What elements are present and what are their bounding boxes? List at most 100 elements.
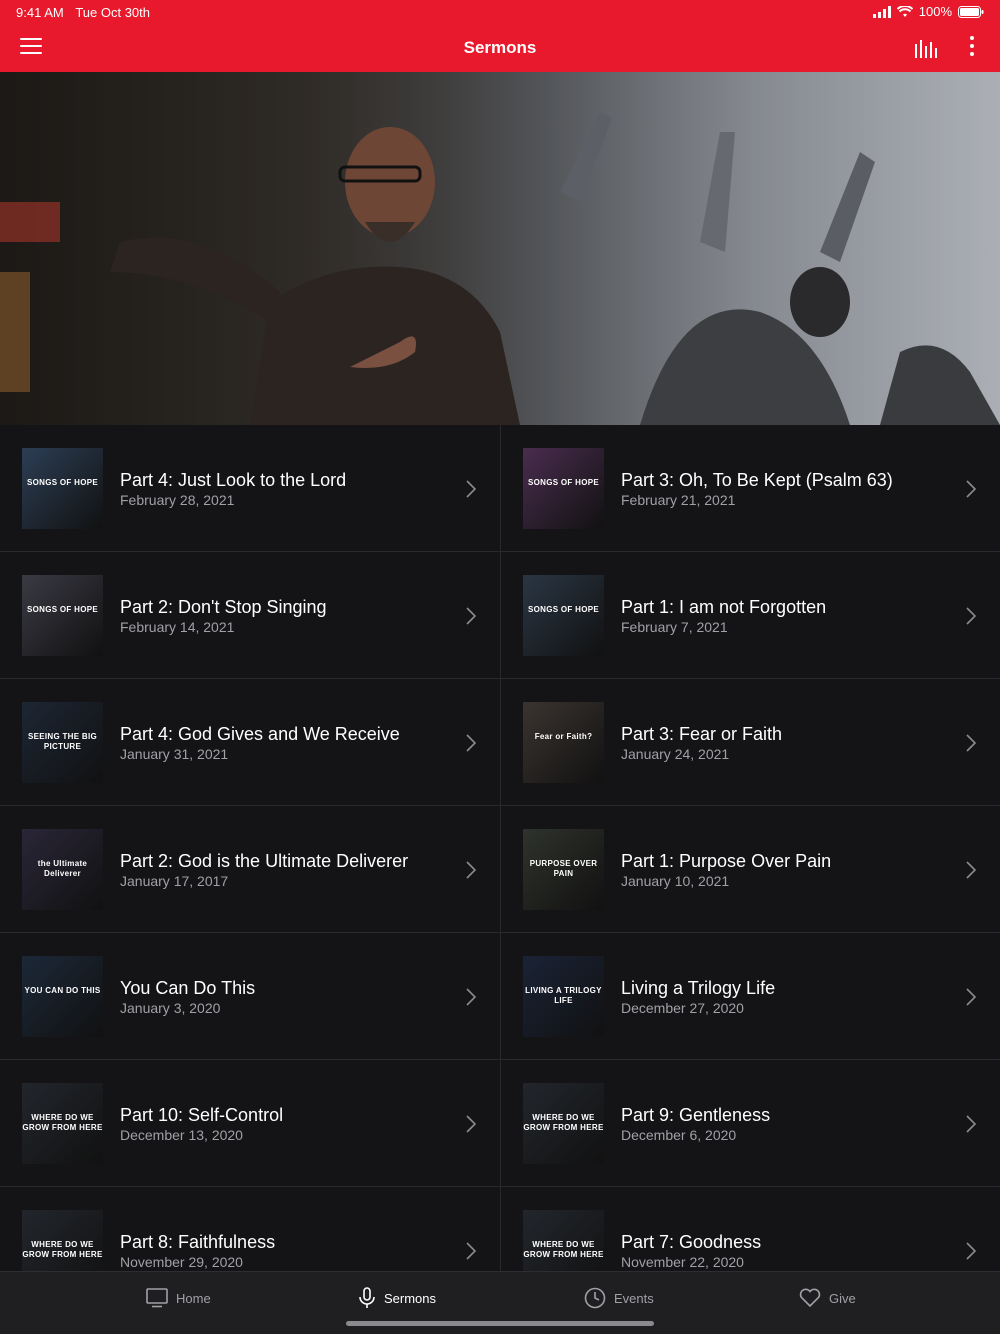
sermon-title: You Can Do This	[120, 978, 256, 998]
nav-bar: Sermons	[0, 24, 1000, 72]
sermon-thumbnail: WHERE DO WE GROW FROM HERE	[523, 1083, 604, 1164]
chevron-right-icon	[466, 480, 476, 498]
sermon-title: Part 8: Faithfulness	[120, 1232, 276, 1252]
tab-give[interactable]: Give	[799, 1286, 856, 1310]
tab-sermons[interactable]: Sermons	[358, 1286, 436, 1310]
tv-icon	[146, 1288, 168, 1308]
thumbnail-text: WHERE DO WE GROW FROM HERE	[22, 1240, 103, 1259]
chevron-right-icon	[966, 988, 976, 1006]
chevron-right-icon	[966, 1115, 976, 1133]
microphone-icon	[359, 1287, 375, 1308]
sermon-list-item[interactable]: WHERE DO WE GROW FROM HERE Part 10: Self-…	[0, 1060, 500, 1187]
sermon-title: Part 7: Goodness	[621, 1232, 762, 1252]
chevron-right-icon	[466, 1115, 476, 1133]
thumbnail-text: Fear or Faith?	[534, 732, 593, 741]
audio-stats-icon[interactable]	[914, 38, 938, 58]
sermon-thumbnail: WHERE DO WE GROW FROM HERE	[523, 1210, 604, 1271]
sermon-date: December 27, 2020	[621, 1000, 744, 1016]
sermon-list-item[interactable]: the Ultimate Deliverer Part 2: God is the…	[0, 806, 500, 933]
sermon-grid: SONGS OF HOPE Part 4: Just Look to the Lo…	[0, 425, 1000, 1271]
sermon-list-item[interactable]: SONGS OF HOPE Part 2: Don't Stop Singing F…	[0, 552, 500, 679]
sermon-list-item[interactable]: WHERE DO WE GROW FROM HERE Part 9: Gentle…	[500, 1060, 1000, 1187]
sermon-thumbnail: SONGS OF HOPE	[22, 448, 103, 529]
tab-home[interactable]: Home	[146, 1286, 211, 1310]
battery-icon	[958, 5, 984, 18]
sermon-date: January 17, 2017	[120, 873, 229, 889]
sermon-date: February 7, 2021	[621, 619, 728, 635]
chevron-right-icon	[466, 607, 476, 625]
status-left: 9:41 AM Tue Oct 30th	[16, 5, 150, 20]
thumbnail-text: the Ultimate Deliverer	[37, 859, 88, 878]
sermon-title: Part 4: God Gives and We Receive	[120, 724, 400, 744]
clock-icon	[584, 1287, 606, 1309]
sermon-date: November 29, 2020	[120, 1254, 243, 1270]
sermon-list-item[interactable]: SONGS OF HOPE Part 3: Oh, To Be Kept (Psa…	[500, 425, 1000, 552]
wifi-icon	[896, 5, 913, 17]
sermon-date: January 3, 2020	[120, 1000, 221, 1016]
home-indicator[interactable]	[346, 1321, 654, 1326]
sermon-title: Part 9: Gentleness	[621, 1105, 771, 1125]
tab-home-label: Home	[176, 1290, 211, 1306]
page-title: Sermons	[463, 38, 537, 57]
thumbnail-text: PURPOSE OVER PAIN	[529, 859, 598, 878]
sermon-title: Part 2: God is the Ultimate Deliverer	[120, 851, 409, 871]
chevron-right-icon	[966, 1242, 976, 1260]
sermon-list-item[interactable]: WHERE DO WE GROW FROM HERE Part 8: Faithf…	[0, 1187, 500, 1271]
sermon-list-item[interactable]: SONGS OF HOPE Part 4: Just Look to the Lo…	[0, 425, 500, 552]
sermon-thumbnail: SONGS OF HOPE	[523, 575, 604, 656]
sermon-title: Part 3: Fear or Faith	[621, 724, 783, 744]
sermon-list-item[interactable]: PURPOSE OVER PAIN Part 1: Purpose Over Pa…	[500, 806, 1000, 933]
sermon-title: Part 2: Don't Stop Singing	[120, 597, 327, 617]
sermon-date: December 6, 2020	[621, 1127, 737, 1143]
thumbnail-text: SONGS OF HOPE	[26, 605, 99, 614]
thumbnail-text: YOU CAN DO THIS	[24, 986, 101, 995]
sermon-date: February 21, 2021	[621, 492, 736, 508]
tab-sermons-label: Sermons	[384, 1290, 437, 1306]
sermon-list-item[interactable]: SONGS OF HOPE Part 1: I am not Forgotten F…	[500, 552, 1000, 679]
thumbnail-text: SONGS OF HOPE	[527, 605, 600, 614]
sermon-list-item[interactable]: SEEING THE BIG PICTURE Part 4: God Gives …	[0, 679, 500, 806]
sermon-title: Part 1: Purpose Over Pain	[621, 851, 832, 871]
sermon-thumbnail: PURPOSE OVER PAIN	[523, 829, 604, 910]
battery-percent: 100%	[918, 4, 952, 19]
thumbnail-text: SONGS OF HOPE	[527, 478, 600, 487]
sermon-date: February 28, 2021	[120, 492, 235, 508]
chevron-right-icon	[466, 1242, 476, 1260]
hero-illustration	[0, 72, 1000, 425]
sermon-date: January 10, 2021	[621, 873, 730, 889]
tab-events[interactable]: Events	[584, 1286, 654, 1310]
chevron-right-icon	[466, 988, 476, 1006]
status-date: Tue Oct 30th	[75, 5, 150, 20]
sermon-date: January 24, 2021	[621, 746, 730, 762]
sermon-list-item[interactable]: WHERE DO WE GROW FROM HERE Part 7: Goodne…	[500, 1187, 1000, 1271]
thumbnail-text: WHERE DO WE GROW FROM HERE	[523, 1240, 604, 1259]
status-time: 9:41 AM	[16, 5, 64, 20]
sermon-title: Part 4: Just Look to the Lord	[120, 470, 347, 490]
sermon-thumbnail: the Ultimate Deliverer	[22, 829, 103, 910]
sermon-thumbnail: WHERE DO WE GROW FROM HERE	[22, 1083, 103, 1164]
chevron-right-icon	[966, 607, 976, 625]
tab-give-label: Give	[829, 1290, 856, 1306]
sermon-thumbnail: WHERE DO WE GROW FROM HERE	[22, 1210, 103, 1271]
sermon-thumbnail: YOU CAN DO THIS	[22, 956, 103, 1037]
more-options-icon[interactable]	[968, 36, 976, 60]
thumbnail-text: WHERE DO WE GROW FROM HERE	[523, 1113, 604, 1132]
status-right: 100%	[872, 4, 984, 19]
sermon-thumbnail: Fear or Faith?	[523, 702, 604, 783]
chevron-right-icon	[466, 861, 476, 879]
chevron-right-icon	[966, 861, 976, 879]
sermon-date: February 14, 2021	[120, 619, 235, 635]
sermon-title: Part 3: Oh, To Be Kept (Psalm 63)	[621, 470, 893, 490]
signal-icon	[872, 5, 891, 18]
sermon-thumbnail: LIVING A TRILOGY LIFE	[523, 956, 604, 1037]
sermon-thumbnail: SONGS OF HOPE	[22, 575, 103, 656]
sermon-date: January 31, 2021	[120, 746, 229, 762]
chevron-right-icon	[966, 480, 976, 498]
tab-events-label: Events	[614, 1290, 654, 1306]
chevron-right-icon	[466, 734, 476, 752]
sermon-title: Part 10: Self-Control	[120, 1105, 284, 1125]
thumbnail-text: LIVING A TRILOGY LIFE	[525, 986, 602, 1005]
sermon-list-item[interactable]: Fear or Faith? Part 3: Fear or Faith Janua…	[500, 679, 1000, 806]
sermon-list-item[interactable]: YOU CAN DO THIS You Can Do This January 3,…	[0, 933, 500, 1060]
sermon-list-item[interactable]: LIVING A TRILOGY LIFE Living a Trilogy Li…	[500, 933, 1000, 1060]
